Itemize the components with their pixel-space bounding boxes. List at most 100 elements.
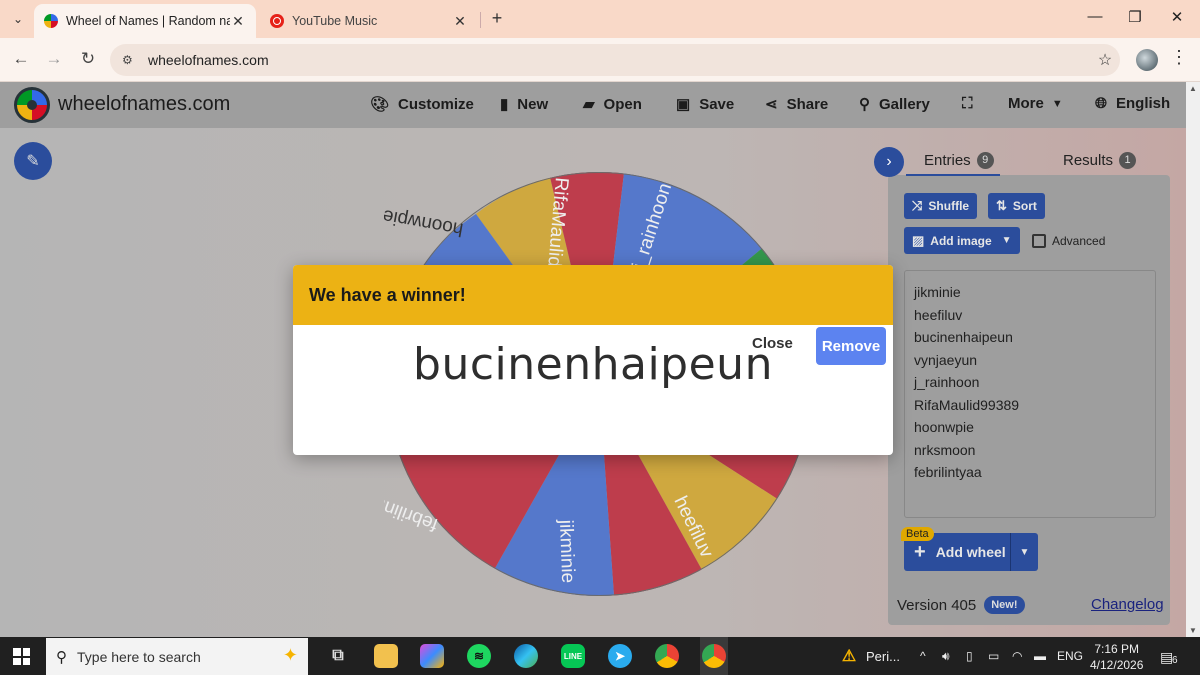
url-text[interactable]: wheelofnames.com <box>148 52 1090 68</box>
menu-open[interactable]: ▰ Open <box>583 95 642 114</box>
browser-tab-strip: ⌄ Wheel of Names | Random nam ✕ YouTube … <box>0 0 1200 38</box>
tab-separator <box>480 12 481 28</box>
address-bar[interactable]: ⚙ wheelofnames.com ☆ <box>110 44 1120 76</box>
chevron-down-icon: ▼ <box>1001 235 1012 246</box>
menu-label: Open <box>603 95 642 113</box>
tab-search-chevron-icon[interactable]: ⌄ <box>6 7 30 31</box>
tab-youtube-music[interactable]: YouTube Music ✕ <box>262 4 476 38</box>
dialog-heading: We have a winner! <box>293 265 893 325</box>
minimize-icon[interactable]: — <box>1080 8 1110 25</box>
menu-new[interactable]: ▮ New <box>500 95 548 114</box>
image-icon: ▨ <box>912 232 925 248</box>
winner-dialog: We have a winner! bucinenhaipeun <box>293 265 893 455</box>
button-label: Sort <box>1012 199 1037 213</box>
edge-icon[interactable] <box>514 644 538 668</box>
entry-line: febrilintyaa <box>914 464 982 480</box>
sort-button[interactable]: ⇅ Sort <box>988 193 1045 219</box>
edit-pencil-button[interactable]: ✎ <box>14 142 52 180</box>
wifi-icon[interactable]: ◠ <box>1012 649 1022 663</box>
phone-link-icon[interactable]: ▯ <box>966 649 973 663</box>
site-info-icon[interactable]: ⚙ <box>122 53 140 67</box>
wheel-logo-icon[interactable] <box>14 87 50 123</box>
scroll-down-icon[interactable]: ▼ <box>1189 626 1197 635</box>
menu-save[interactable]: ▣ Save <box>676 95 734 114</box>
tab-title: YouTube Music <box>292 14 378 28</box>
kebab-menu-icon[interactable]: ⋮ <box>1170 47 1188 68</box>
new-tab-icon[interactable]: + <box>486 8 508 29</box>
reload-icon[interactable]: ↻ <box>77 49 99 69</box>
entry-line: nrksmoon <box>914 441 976 458</box>
fullscreen-button[interactable]: ⛶ <box>962 95 982 112</box>
line-icon[interactable]: LINE <box>561 644 585 668</box>
copilot-icon[interactable] <box>420 644 444 668</box>
tab-entries[interactable]: Entries 9 <box>924 152 994 169</box>
remove-button[interactable]: Remove <box>816 327 886 365</box>
chevron-right-icon: › <box>886 153 892 170</box>
entry-line: hoonwpie <box>914 419 974 435</box>
profile-avatar[interactable] <box>1136 49 1158 71</box>
weather-alert-icon[interactable]: ⚠ <box>837 644 861 668</box>
active-tab-indicator <box>906 174 1000 176</box>
telegram-icon[interactable]: ➤ <box>608 644 632 668</box>
save-icon: ▣ <box>676 96 691 113</box>
notification-app-label[interactable]: Peri... <box>866 649 900 664</box>
tab-close-icon[interactable]: ✕ <box>452 13 468 30</box>
menu-label: More <box>1008 95 1044 112</box>
advanced-checkbox[interactable] <box>1032 234 1046 248</box>
menu-customize[interactable]: 🎨︎ Customize <box>370 95 474 114</box>
taskbar-clock[interactable]: 7:16 PM 4/12/2026 <box>1090 641 1143 673</box>
forward-arrow-icon[interactable]: → <box>43 49 65 69</box>
menu-language[interactable]: 🌐︎ English <box>1095 95 1170 112</box>
entry-line: vynjaeyun <box>914 351 978 368</box>
shuffle-icon: ⤨ <box>912 198 923 213</box>
language-indicator[interactable]: ENG <box>1057 649 1083 663</box>
new-badge: New! <box>984 596 1025 614</box>
scroll-up-icon[interactable]: ▲ <box>1189 84 1197 93</box>
search-placeholder: Type here to search <box>77 648 201 665</box>
tab-results[interactable]: Results 1 <box>1063 152 1137 169</box>
star-icon[interactable]: ☆ <box>1090 50 1120 70</box>
menu-label: Gallery <box>879 95 930 113</box>
menu-gallery[interactable]: ⚲ Gallery <box>859 95 930 114</box>
spotify-icon[interactable]: ≋ <box>467 644 491 668</box>
tab-close-icon[interactable]: ✕ <box>230 13 246 30</box>
tab-label: Entries <box>924 152 971 169</box>
window-close-icon[interactable]: ✕ <box>1162 8 1192 26</box>
chevron-down-icon[interactable]: ▼ <box>1010 533 1038 571</box>
version-text: Version 405 <box>897 596 977 614</box>
wheel-label: hoonwpie <box>384 205 465 240</box>
battery-icon[interactable]: ▬ <box>1034 649 1046 663</box>
search-icon: ⚲ <box>56 648 67 666</box>
entries-textarea[interactable]: jikminie heefiluv bucinenhaipeun vynjaey… <box>904 270 1156 518</box>
button-label: Add image <box>930 233 992 248</box>
display-icon[interactable]: ▭ <box>988 649 999 663</box>
youtube-music-favicon-icon <box>270 14 284 28</box>
changelog-link[interactable]: Changelog <box>1091 596 1164 613</box>
chrome-active-icon[interactable] <box>702 644 726 668</box>
menu-label: Customize <box>398 95 474 113</box>
chrome-icon[interactable] <box>655 644 679 668</box>
add-image-button[interactable]: ▨ Add image ▼ <box>904 227 1020 254</box>
windows-start-icon[interactable] <box>13 648 30 665</box>
wheel-label: jikminie <box>555 518 578 583</box>
tab-wheel-of-names[interactable]: Wheel of Names | Random nam ✕ <box>34 4 256 38</box>
globe-icon: 🌐︎ <box>1095 95 1108 112</box>
volume-icon[interactable]: 🔊︎ <box>942 649 950 664</box>
back-arrow-icon[interactable]: ← <box>10 49 32 69</box>
file-explorer-icon[interactable] <box>374 644 398 668</box>
menu-more[interactable]: More ▼ <box>1008 95 1063 112</box>
close-button[interactable]: Close <box>752 335 793 352</box>
button-label: Add wheel <box>935 544 1006 560</box>
tray-chevron-icon[interactable]: ^ <box>920 649 926 663</box>
shuffle-button[interactable]: ⤨ Shuffle <box>904 193 978 219</box>
entry-line: bucinenhaipeun <box>914 329 1013 345</box>
brand-name[interactable]: wheelofnames.com <box>58 93 230 116</box>
menu-share[interactable]: ⋖ Share <box>765 95 828 114</box>
collapse-panel-button[interactable]: › <box>874 147 904 177</box>
winner-name: bucinenhaipeun <box>413 339 773 390</box>
taskbar-search[interactable]: ⚲ Type here to search ✦ <box>46 638 308 675</box>
restore-icon[interactable]: ❐ <box>1120 8 1150 26</box>
page-scrollbar[interactable]: ▲ ▼ <box>1186 82 1200 637</box>
app-header: wheelofnames.com 🎨︎ Customize ▮ New ▰ Open … <box>0 82 1186 128</box>
task-view-icon[interactable]: ⧉ <box>326 644 350 668</box>
